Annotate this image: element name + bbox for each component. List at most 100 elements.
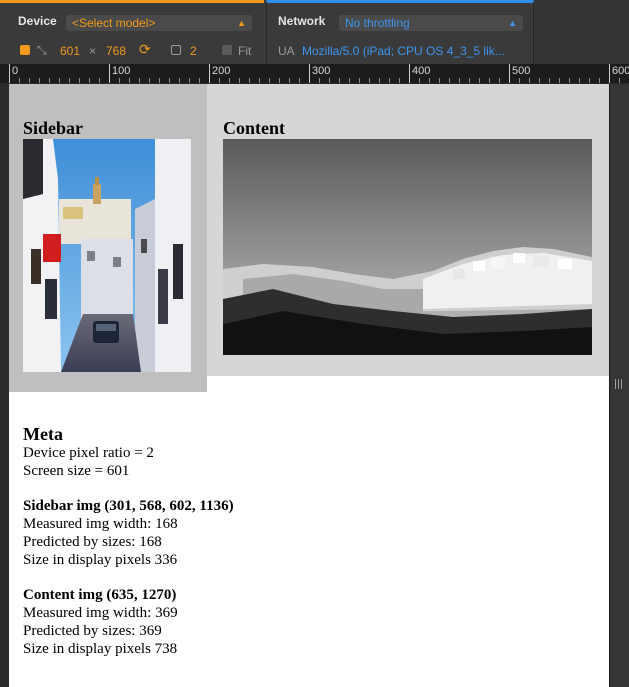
ruler-label: 100 [112, 65, 131, 77]
ruler-minor-tick [59, 78, 60, 83]
ruler-minor-tick [239, 78, 240, 83]
ruler-minor-tick [119, 78, 120, 83]
ruler-major-tick [509, 64, 510, 83]
ruler-minor-tick [179, 78, 180, 83]
ruler-label: 500 [512, 65, 531, 77]
sidebar-heading: Sidebar [23, 118, 84, 138]
ruler-minor-tick [139, 78, 140, 83]
ruler-minor-tick [469, 78, 470, 83]
ruler-minor-tick [279, 78, 280, 83]
ruler-minor-tick [559, 78, 560, 83]
ruler-minor-tick [459, 78, 460, 83]
ua-label: UA [278, 44, 295, 58]
sidebar-predicted-size: Predicted by sizes: 168 [23, 534, 162, 550]
ruler-minor-tick [39, 78, 40, 83]
ruler-label: 600 [612, 65, 629, 77]
content-display-size: Size in display pixels 738 [23, 641, 178, 657]
device-model-value: <Select model> [72, 16, 156, 30]
resize-handle-icon[interactable] [615, 379, 623, 389]
device-panel: Device <Select model> ▲ ⤡ 601 × 768 ⟳ 2 … [0, 0, 264, 64]
ruler-minor-tick [429, 78, 430, 83]
user-agent-input[interactable]: Mozilla/5.0 (iPad; CPU OS 4_3_5 lik... [302, 44, 505, 58]
ruler-minor-tick [579, 78, 580, 83]
ruler-major-tick [109, 64, 110, 83]
ruler-minor-tick [69, 78, 70, 83]
height-input[interactable]: 768 [106, 44, 126, 58]
select-arrows-icon: ▲ [237, 18, 246, 28]
ruler-minor-tick [99, 78, 100, 83]
ruler-minor-tick [399, 78, 400, 83]
content-image [223, 139, 592, 355]
ruler-minor-tick [19, 78, 20, 83]
device-label: Device [18, 14, 57, 28]
ruler-minor-tick [619, 78, 620, 83]
ruler-major-tick [209, 64, 210, 83]
ruler-minor-tick [479, 78, 480, 83]
ruler-minor-tick [439, 78, 440, 83]
fit-checkbox[interactable] [222, 45, 232, 55]
ruler-major-tick [9, 64, 10, 83]
ruler-minor-tick [219, 78, 220, 83]
ruler-minor-tick [79, 78, 80, 83]
dpr-input[interactable]: 2 [190, 44, 197, 58]
ruler-minor-tick [249, 78, 250, 83]
ruler-minor-tick [229, 78, 230, 83]
ruler-label: 200 [212, 65, 231, 77]
swap-dimensions-icon[interactable]: ⟳ [139, 42, 151, 56]
ruler-major-tick [609, 64, 610, 83]
ruler-minor-tick [499, 78, 500, 83]
toolbar-spacer [535, 0, 629, 64]
ruler-minor-tick [389, 78, 390, 83]
viewport-resize-gutter [609, 84, 629, 687]
ruler-minor-tick [199, 78, 200, 83]
ruler-minor-tick [359, 78, 360, 83]
sidebar-img-heading: Sidebar img (301, 568, 602, 1136) [23, 498, 234, 514]
emulate-resolution-checkbox[interactable] [20, 45, 30, 55]
ruler-minor-tick [349, 78, 350, 83]
ruler-minor-tick [379, 78, 380, 83]
ruler-minor-tick [259, 78, 260, 83]
horizontal-ruler: 0 100 200 300 400 500 600 [0, 64, 629, 83]
ruler-minor-tick [449, 78, 450, 83]
width-input[interactable]: 601 [60, 44, 80, 58]
ruler-minor-tick [319, 78, 320, 83]
sidebar-measured-width: Measured img width: 168 [23, 516, 178, 532]
device-model-select[interactable]: <Select model> ▲ [66, 15, 252, 31]
ruler-minor-tick [549, 78, 550, 83]
ruler-minor-tick [159, 78, 160, 83]
resize-icon: ⤡ [37, 43, 47, 57]
network-throttling-value: No throttling [345, 16, 410, 30]
devtools-toolbar: Device <Select model> ▲ ⤡ 601 × 768 ⟳ 2 … [0, 0, 629, 65]
ruler-minor-tick [369, 78, 370, 83]
content-measured-width: Measured img width: 369 [23, 605, 178, 621]
ruler-minor-tick [599, 78, 600, 83]
ruler-minor-tick [329, 78, 330, 83]
ruler-minor-tick [129, 78, 130, 83]
ruler-minor-tick [419, 78, 420, 83]
ruler-minor-tick [29, 78, 30, 83]
ruler-minor-tick [149, 78, 150, 83]
dpr-line: Device pixel ratio = 2 [23, 445, 154, 461]
ruler-minor-tick [49, 78, 50, 83]
ruler-minor-tick [339, 78, 340, 83]
ruler-major-tick [309, 64, 310, 83]
ruler-minor-tick [169, 78, 170, 83]
network-panel: Network No throttling ▲ UA Mozilla/5.0 (… [266, 0, 534, 64]
ruler-minor-tick [519, 78, 520, 83]
ruler-minor-tick [89, 78, 90, 83]
ruler-minor-tick [539, 78, 540, 83]
sidebar-image [23, 139, 191, 372]
sidebar-display-size: Size in display pixels 336 [23, 552, 178, 568]
fit-label: Fit [238, 44, 252, 58]
ruler-minor-tick [489, 78, 490, 83]
ruler-major-tick [409, 64, 410, 83]
ruler-label: 300 [312, 65, 331, 77]
ruler-minor-tick [589, 78, 590, 83]
viewport-left-gutter [0, 84, 9, 687]
meta-heading: Meta [23, 424, 63, 444]
network-throttling-select[interactable]: No throttling ▲ [339, 15, 523, 31]
network-label: Network [278, 14, 326, 28]
ruler-minor-tick [189, 78, 190, 83]
ruler-minor-tick [299, 78, 300, 83]
emulated-viewport: Sidebar Content Meta Device pixel ratio … [9, 84, 609, 687]
